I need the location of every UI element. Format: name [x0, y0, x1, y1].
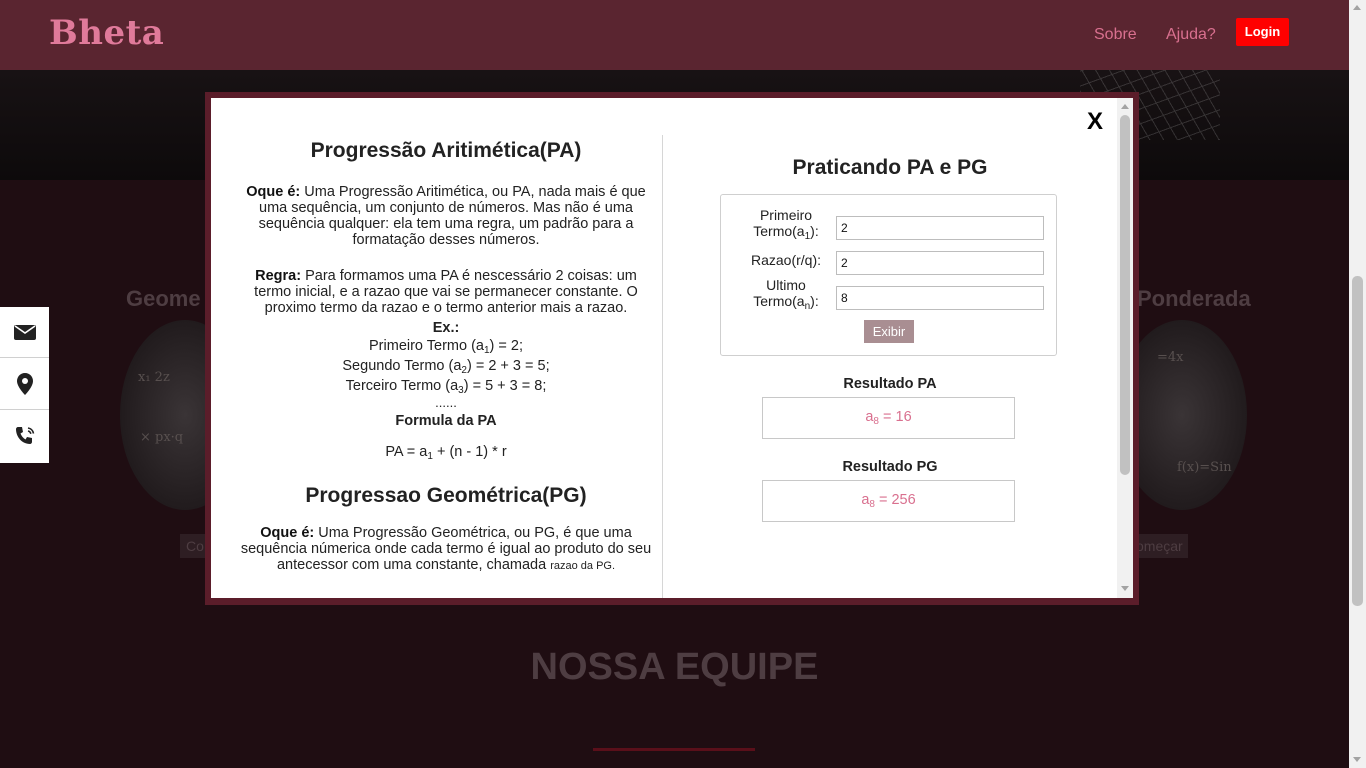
- nav-link-sobre[interactable]: Sobre: [1094, 26, 1137, 44]
- razao-label: Razao(r/q):: [750, 252, 822, 268]
- pa-rule-label: Regra:: [255, 268, 302, 284]
- result-pg-label: Resultado PG: [842, 459, 938, 475]
- practice-form: Primeiro Termo(a1): Razao(r/q): Ultimo T…: [720, 194, 1057, 356]
- modal-close-button[interactable]: X: [1087, 108, 1103, 136]
- login-button[interactable]: Login: [1236, 18, 1289, 46]
- pg-title: Progressao Geométrica(PG): [305, 484, 587, 507]
- card-heading-ponderada: Ponderada: [1137, 286, 1251, 311]
- pa-definition-text: Uma Progressão Aritimética, ou PA, nada …: [258, 184, 646, 248]
- practice-title: Praticando PA e PG: [792, 156, 988, 179]
- pa-rule-text: Para formamos uma PA é nescessário 2 coi…: [254, 268, 638, 316]
- formula-title: Formula da PA: [395, 413, 497, 429]
- brand-logo[interactable]: Bheta: [49, 13, 164, 53]
- scroll-thumb[interactable]: [1352, 276, 1363, 606]
- first-term-label: Primeiro Termo(a1):: [753, 207, 819, 242]
- exibir-button[interactable]: Exibir: [864, 320, 914, 343]
- pg-definition: Oque é: Uma Progressão Geométrica, ou PG…: [237, 525, 655, 574]
- pa-formula: PA = a1 + (n - 1) * r: [385, 444, 507, 462]
- envelope-icon[interactable]: [0, 307, 49, 358]
- section-divider: [593, 748, 755, 751]
- result-pa-label: Resultado PA: [843, 376, 937, 392]
- example-line-1: Primeiro Termo (a1) = 2;: [369, 338, 523, 356]
- chalk-scribble: x₁ 2z: [138, 370, 170, 385]
- pg-definition-label: Oque é:: [260, 525, 315, 541]
- scroll-up-arrow-icon[interactable]: [1121, 104, 1129, 109]
- example-title: Ex.:: [432, 320, 460, 336]
- example-ellipsis: ......: [435, 395, 457, 410]
- theory-column: Progressão Aritimética(PA) Oque é: Uma P…: [233, 138, 659, 574]
- result-pg-box: a8 = 256: [762, 480, 1015, 522]
- contact-sidebar: [0, 307, 49, 463]
- chalk-scribble: =4x: [1157, 350, 1184, 365]
- result-pa-box: a8 = 16: [762, 397, 1015, 439]
- chalk-scribble: × px·q: [140, 430, 184, 445]
- page-scrollbar[interactable]: [1349, 0, 1366, 768]
- pa-definition: Oque é: Uma Progressão Aritimética, ou P…: [237, 184, 655, 248]
- pa-title: Progressão Aritimética(PA): [310, 139, 582, 162]
- card-heading-geometrica: Geome: [126, 286, 201, 311]
- scroll-thumb[interactable]: [1120, 115, 1130, 475]
- example-line-3: Terceiro Termo (a3) = 5 + 3 = 8;: [345, 378, 547, 396]
- example-line-2: Segundo Termo (a2) = 2 + 3 = 5;: [342, 358, 550, 376]
- modal-scrollbar[interactable]: [1117, 98, 1133, 598]
- scroll-down-arrow-icon[interactable]: [1353, 757, 1361, 762]
- phone-icon[interactable]: [0, 411, 49, 462]
- chalk-scribble: f(x)=Sin: [1177, 460, 1232, 475]
- last-term-label: Ultimo Termo(an):: [753, 277, 819, 312]
- scroll-down-arrow-icon[interactable]: [1121, 586, 1129, 591]
- scroll-up-arrow-icon[interactable]: [1353, 5, 1361, 10]
- first-term-input[interactable]: [836, 216, 1044, 240]
- razao-input[interactable]: [836, 251, 1044, 275]
- column-divider: [662, 135, 663, 598]
- section-title-equipe: NOSSA EQUIPE: [530, 646, 819, 688]
- map-marker-icon[interactable]: [0, 359, 49, 410]
- pg-definition-tail: razao da PG.: [550, 560, 616, 572]
- pa-definition-label: Oque é:: [246, 184, 301, 200]
- modal-content: X Progressão Aritimética(PA) Oque é: Uma…: [211, 98, 1133, 598]
- pa-rule: Regra: Para formamos uma PA é nescessári…: [237, 268, 655, 316]
- nav-link-ajuda[interactable]: Ajuda?: [1166, 26, 1216, 44]
- pa-pg-modal: X Progressão Aritimética(PA) Oque é: Uma…: [205, 92, 1139, 605]
- last-term-input[interactable]: [836, 286, 1044, 310]
- navbar: Bheta Sobre Ajuda? Login: [0, 0, 1349, 70]
